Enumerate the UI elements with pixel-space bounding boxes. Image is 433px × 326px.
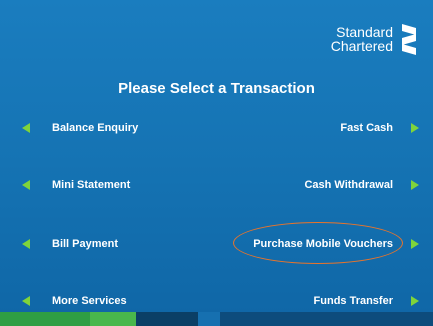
strip-segment (198, 312, 220, 326)
arrow-right-icon (411, 180, 419, 190)
arrow-right-icon (411, 239, 419, 249)
page-title: Please Select a Transaction (118, 80, 315, 97)
standard-chartered-logo-icon (402, 24, 416, 55)
option-more-services[interactable]: More Services (22, 295, 127, 307)
arrow-right-icon (411, 123, 419, 133)
strip-segment (90, 312, 136, 326)
option-bill-payment[interactable]: Bill Payment (22, 238, 118, 250)
atm-screen: Standard Chartered Please Select a Trans… (0, 0, 433, 326)
arrow-left-icon (22, 180, 30, 190)
strip-segment (136, 312, 198, 326)
option-balance-enquiry[interactable]: Balance Enquiry (22, 122, 138, 134)
option-label: Mini Statement (52, 179, 131, 191)
option-label: Cash Withdrawal (304, 179, 393, 191)
brand-line-2: Chartered (330, 38, 393, 54)
brand: Standard Chartered (331, 22, 419, 56)
brand-name: Standard Chartered (331, 25, 393, 53)
option-label: More Services (52, 295, 127, 307)
strip-segment (0, 312, 90, 326)
option-label: Balance Enquiry (52, 122, 139, 134)
option-funds-transfer[interactable]: Funds Transfer (314, 295, 419, 307)
option-label: Funds Transfer (313, 295, 393, 307)
option-label: Fast Cash (340, 122, 393, 134)
option-mini-statement[interactable]: Mini Statement (22, 179, 130, 191)
option-purchase-mobile-vouchers[interactable]: Purchase Mobile Vouchers (253, 238, 419, 250)
strip-segment (220, 312, 433, 326)
arrow-left-icon (22, 296, 30, 306)
option-label: Bill Payment (52, 238, 119, 250)
brand-line-1: Standard (336, 24, 393, 40)
arrow-left-icon (22, 239, 30, 249)
option-label: Purchase Mobile Vouchers (253, 238, 393, 250)
arrow-right-icon (411, 296, 419, 306)
option-cash-withdrawal[interactable]: Cash Withdrawal (304, 179, 419, 191)
bottom-color-strip (0, 312, 433, 326)
option-fast-cash[interactable]: Fast Cash (340, 122, 419, 134)
arrow-left-icon (22, 123, 30, 133)
